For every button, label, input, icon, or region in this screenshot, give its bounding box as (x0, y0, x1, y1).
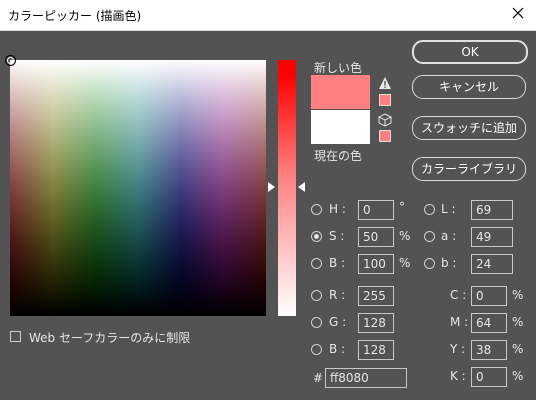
slider-right-arrow[interactable] (298, 182, 305, 192)
lab-b-label: b : (441, 256, 457, 270)
color-slider[interactable] (278, 60, 296, 316)
new-color-label: 新しい色 (314, 61, 363, 75)
saturation-input[interactable]: 50 (358, 227, 394, 247)
lab-l-radio[interactable] (424, 204, 435, 215)
black-unit: % (512, 369, 524, 383)
hex-label: # (313, 371, 324, 385)
green-input[interactable]: 128 (358, 313, 394, 333)
close-icon[interactable] (508, 3, 528, 23)
saturation-unit: % (399, 229, 411, 243)
current-color-label: 現在の色 (314, 149, 363, 163)
web-safe-checkbox[interactable] (10, 331, 21, 342)
magenta-label: M : (450, 315, 469, 329)
saturation-label: S : (329, 229, 345, 243)
red-label: R : (329, 288, 346, 302)
saturation-radio[interactable] (311, 231, 322, 242)
color-field-marker[interactable] (5, 55, 16, 66)
ok-button[interactable]: OK (412, 40, 528, 64)
red-input[interactable]: 255 (358, 286, 394, 306)
lab-a-radio[interactable] (424, 231, 435, 242)
add-to-swatches-button[interactable]: スウォッチに追加 (412, 116, 526, 140)
color-field[interactable] (5, 55, 266, 316)
brightness-input[interactable]: 100 (358, 254, 394, 274)
lab-b-input[interactable]: 24 (471, 254, 513, 274)
new-color-swatch (311, 75, 370, 109)
lab-l-input[interactable]: 69 (471, 200, 513, 220)
magenta-input[interactable]: 64 (471, 313, 507, 333)
cyan-input[interactable]: 0 (471, 286, 507, 306)
cube-icon (378, 113, 392, 127)
hue-unit: ° (399, 200, 405, 214)
lab-b-radio[interactable] (424, 258, 435, 269)
blue-radio[interactable] (311, 344, 322, 355)
hue-label: H : (329, 202, 346, 216)
title-bar: カラーピッカー (描画色) (0, 0, 536, 31)
cancel-button[interactable]: キャンセル (412, 75, 526, 99)
green-label: G : (329, 315, 347, 329)
yellow-input[interactable]: 38 (471, 340, 507, 360)
lab-a-input[interactable]: 49 (471, 227, 513, 247)
blue-input[interactable]: 128 (358, 340, 394, 360)
web-safe-warning-swatch[interactable] (379, 130, 391, 142)
black-label: K : (450, 369, 466, 383)
brightness-unit: % (399, 256, 411, 270)
brightness-radio[interactable] (311, 258, 322, 269)
yellow-unit: % (512, 342, 524, 356)
web-safe-label: Web セーフカラーのみに制限 (29, 331, 191, 345)
hex-input[interactable]: ff8080 (325, 368, 407, 388)
window-title: カラーピッカー (描画色) (8, 9, 142, 23)
lab-l-label: L : (441, 202, 456, 216)
lab-a-label: a : (441, 229, 457, 243)
cyan-label: C : (450, 288, 467, 302)
yellow-label: Y : (450, 342, 466, 356)
red-radio[interactable] (311, 290, 322, 301)
gamut-warning-swatch[interactable] (379, 94, 391, 106)
color-libraries-button[interactable]: カラーライブラリ (412, 157, 526, 181)
black-input[interactable]: 0 (471, 367, 507, 387)
cyan-unit: % (512, 288, 524, 302)
blue-label: B : (329, 342, 346, 356)
slider-left-arrow[interactable] (268, 182, 275, 192)
hue-input[interactable]: 0 (358, 200, 394, 220)
green-radio[interactable] (311, 317, 322, 328)
hue-radio[interactable] (311, 204, 322, 215)
brightness-label: B : (329, 256, 346, 270)
magenta-unit: % (512, 315, 524, 329)
current-color-swatch[interactable] (311, 110, 370, 144)
warning-icon (379, 77, 391, 89)
